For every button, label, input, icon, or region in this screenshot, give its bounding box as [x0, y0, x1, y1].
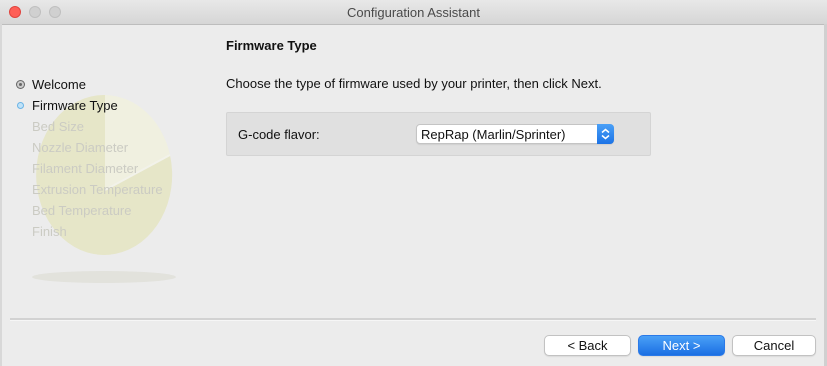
configuration-assistant-window: Configuration Assistant Welcome Firmware … [0, 0, 827, 366]
gcode-flavor-label: G-code flavor: [238, 127, 320, 142]
step-firmware-type: Firmware Type [16, 95, 163, 116]
current-bullet-icon [17, 102, 24, 109]
window-title: Configuration Assistant [347, 5, 480, 20]
pending-bullet-icon [16, 227, 25, 236]
next-button[interactable]: Next > [638, 335, 725, 356]
step-welcome: Welcome [16, 74, 163, 95]
step-filament-diameter: Filament Diameter [16, 158, 163, 179]
cancel-button[interactable]: Cancel [732, 335, 816, 356]
gcode-flavor-select[interactable]: RepRap (Marlin/Sprinter) [416, 124, 614, 144]
footer-separator [10, 318, 816, 321]
step-label: Bed Temperature [32, 203, 132, 218]
pending-bullet-icon [16, 206, 25, 215]
chevron-updown-icon[interactable] [597, 124, 614, 144]
instruction-text: Choose the type of firmware used by your… [226, 76, 602, 91]
pending-bullet-icon [16, 143, 25, 152]
page-title: Firmware Type [226, 38, 317, 53]
steps-list: Welcome Firmware Type Bed Size Nozzle Diame… [16, 74, 163, 242]
step-label: Bed Size [32, 119, 85, 134]
step-label: Extrusion Temperature [32, 182, 163, 197]
completed-bullet-icon [17, 81, 24, 88]
pending-bullet-icon [16, 185, 25, 194]
back-button[interactable]: < Back [544, 335, 631, 356]
pending-bullet-icon [16, 122, 25, 131]
left-edge [0, 24, 2, 366]
gcode-flavor-group: G-code flavor: RepRap (Marlin/Sprinter) [226, 112, 651, 156]
gcode-flavor-selected-value: RepRap (Marlin/Sprinter) [421, 127, 566, 142]
step-nozzle-diameter: Nozzle Diameter [16, 137, 163, 158]
step-bed-size: Bed Size [16, 116, 163, 137]
step-bed-temperature: Bed Temperature [16, 200, 163, 221]
title-bar[interactable]: Configuration Assistant [0, 0, 827, 25]
step-label: Finish [32, 224, 67, 239]
pending-bullet-icon [16, 164, 25, 173]
step-extrusion-temperature: Extrusion Temperature [16, 179, 163, 200]
step-label: Welcome [32, 77, 86, 92]
step-label: Filament Diameter [32, 161, 139, 176]
step-finish: Finish [16, 221, 163, 242]
step-label: Nozzle Diameter [32, 140, 129, 155]
step-label: Firmware Type [32, 98, 118, 113]
